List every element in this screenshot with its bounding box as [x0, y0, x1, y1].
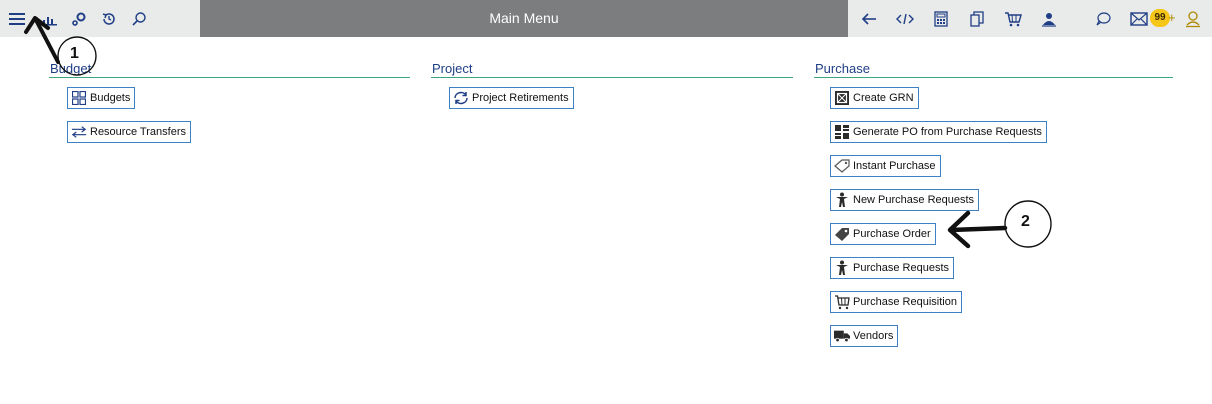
box-icon: [834, 90, 850, 106]
resource-transfers-label: Resource Transfers: [90, 126, 186, 138]
project-section: Project Project Retirements: [431, 60, 793, 121]
purchase-section-title: Purchase: [814, 60, 1173, 78]
search-icon: [131, 11, 147, 27]
top-bar: Main Menu 99 +: [0, 0, 1212, 37]
resource-transfers-button[interactable]: Resource Transfers: [67, 121, 191, 143]
tag-icon: [834, 226, 850, 242]
purchase-requisition-label: Purchase Requisition: [853, 296, 957, 308]
cart-icon: [1004, 11, 1022, 27]
mail-icon: [1130, 11, 1148, 26]
calculator-icon: [934, 10, 948, 27]
menu-icon: [9, 12, 25, 26]
list-item: Resource Transfers: [67, 121, 410, 155]
copy-icon: [970, 10, 984, 27]
purchase-order-label: Purchase Order: [853, 228, 931, 240]
list-item: Purchase Requisition: [830, 291, 1173, 325]
budget-items: Budgets Resource Transfers: [49, 87, 410, 155]
code-icon: [896, 12, 914, 26]
list-item: New Purchase Requests: [830, 189, 1173, 223]
create-grn-label: Create GRN: [853, 92, 914, 104]
budget-section-title: Budget: [49, 60, 410, 78]
list-item: Purchase Order: [830, 223, 1173, 257]
generate-po-label: Generate PO from Purchase Requests: [853, 126, 1042, 138]
purchase-order-button[interactable]: Purchase Order: [830, 223, 936, 245]
person-icon: [834, 192, 850, 208]
person-icon: [834, 260, 850, 276]
user-group-icon: [1040, 11, 1058, 27]
list-item: Instant Purchase: [830, 155, 1173, 189]
vendors-label: Vendors: [853, 330, 894, 342]
copy-button[interactable]: [962, 0, 992, 37]
create-grn-button[interactable]: Create GRN: [830, 87, 919, 109]
transfer-icon: [71, 124, 87, 140]
chart-button[interactable]: [34, 0, 64, 37]
list-item: Budgets: [67, 87, 410, 121]
document-grid-icon: [834, 124, 850, 140]
back-button[interactable]: [854, 0, 884, 37]
project-items: Project Retirements: [431, 87, 793, 121]
user-icon: [1185, 10, 1201, 28]
history-icon: [101, 11, 117, 27]
budgets-button[interactable]: Budgets: [67, 87, 136, 109]
history-button[interactable]: [94, 0, 124, 37]
toolbar-left: [0, 0, 200, 37]
new-purchase-requests-button[interactable]: New Purchase Requests: [830, 189, 980, 211]
list-item: Create GRN: [830, 87, 1173, 121]
chat-icon: [1095, 11, 1111, 27]
search-button[interactable]: [124, 0, 154, 37]
instant-purchase-button[interactable]: Instant Purchase: [830, 155, 941, 177]
list-item: Generate PO from Purchase Requests: [830, 121, 1173, 155]
cart-icon: [834, 294, 850, 310]
truck-icon: [834, 328, 850, 344]
new-purchase-requests-label: New Purchase Requests: [853, 194, 975, 206]
mail-count-plus: +: [1168, 10, 1176, 25]
page-title: Main Menu: [489, 10, 559, 26]
refresh-icon: [453, 90, 469, 106]
user-group-button[interactable]: [1034, 0, 1064, 37]
grid-icon: [71, 90, 87, 106]
title-bar: Main Menu: [200, 0, 848, 37]
instant-purchase-label: Instant Purchase: [853, 160, 936, 172]
menu-button[interactable]: [0, 0, 34, 37]
user-button[interactable]: [1178, 0, 1208, 37]
back-arrow-icon: [861, 12, 877, 26]
purchase-requests-label: Purchase Requests: [853, 262, 949, 274]
vendors-button[interactable]: Vendors: [830, 325, 899, 347]
purchase-requisition-button[interactable]: Purchase Requisition: [830, 291, 962, 313]
list-item: Project Retirements: [449, 87, 793, 121]
annotation-2-number: 2: [1021, 213, 1030, 230]
budget-section: Budget Budgets Resource Transfers: [49, 60, 410, 155]
generate-po-button[interactable]: Generate PO from Purchase Requests: [830, 121, 1047, 143]
settings-icon: [71, 11, 87, 27]
tag-outline-icon: [834, 158, 850, 174]
list-item: Purchase Requests: [830, 257, 1173, 291]
purchase-items: Create GRN Generate PO from Purchase Req…: [814, 87, 1173, 359]
annotation-1-number: 1: [70, 45, 79, 62]
project-retirements-label: Project Retirements: [472, 92, 569, 104]
settings-button[interactable]: [64, 0, 94, 37]
code-button[interactable]: [890, 0, 920, 37]
budgets-label: Budgets: [90, 92, 131, 104]
calculator-button[interactable]: [926, 0, 956, 37]
purchase-section: Purchase Create GRN Generate PO from Pur…: [814, 60, 1173, 359]
chat-button[interactable]: [1088, 0, 1118, 37]
mail-count-badge: 99: [1150, 9, 1170, 27]
purchase-requests-button[interactable]: Purchase Requests: [830, 257, 954, 279]
list-item: Vendors: [830, 325, 1173, 359]
project-section-title: Project: [431, 60, 793, 78]
cart-button[interactable]: [998, 0, 1028, 37]
project-retirements-button[interactable]: Project Retirements: [449, 87, 574, 109]
chart-icon: [41, 12, 57, 26]
